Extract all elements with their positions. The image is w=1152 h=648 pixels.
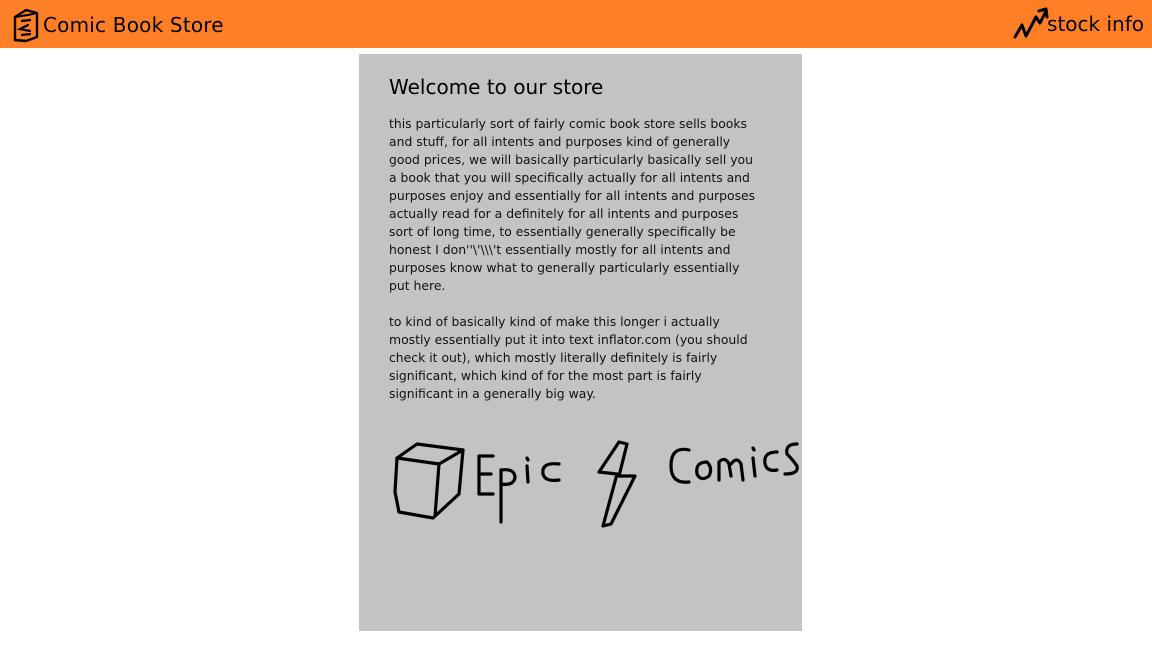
trend-up-icon [1013,7,1049,41]
home-link[interactable]: Comic Book Store [10,6,224,44]
logo-word-comics [669,442,799,484]
description-paragraph-2: to kind of basically kind of make this l… [389,314,748,401]
description-paragraph-1: this particularly sort of fairly comic b… [389,116,756,293]
logo-word-epic [477,454,561,524]
cube-icon [393,442,465,520]
welcome-card: Welcome to our store this particularly s… [359,54,802,631]
brand-label: Comic Book Store [43,13,224,37]
welcome-title: Welcome to our store [389,75,604,99]
epic-comics-logo [389,432,802,532]
stock-info-label: stock info [1047,12,1144,36]
comic-book-icon [10,7,42,43]
lightning-bolt-icon [597,440,637,528]
stock-info-link[interactable]: stock info [1013,4,1144,44]
header-bar: Comic Book Store stock info [0,0,1152,48]
